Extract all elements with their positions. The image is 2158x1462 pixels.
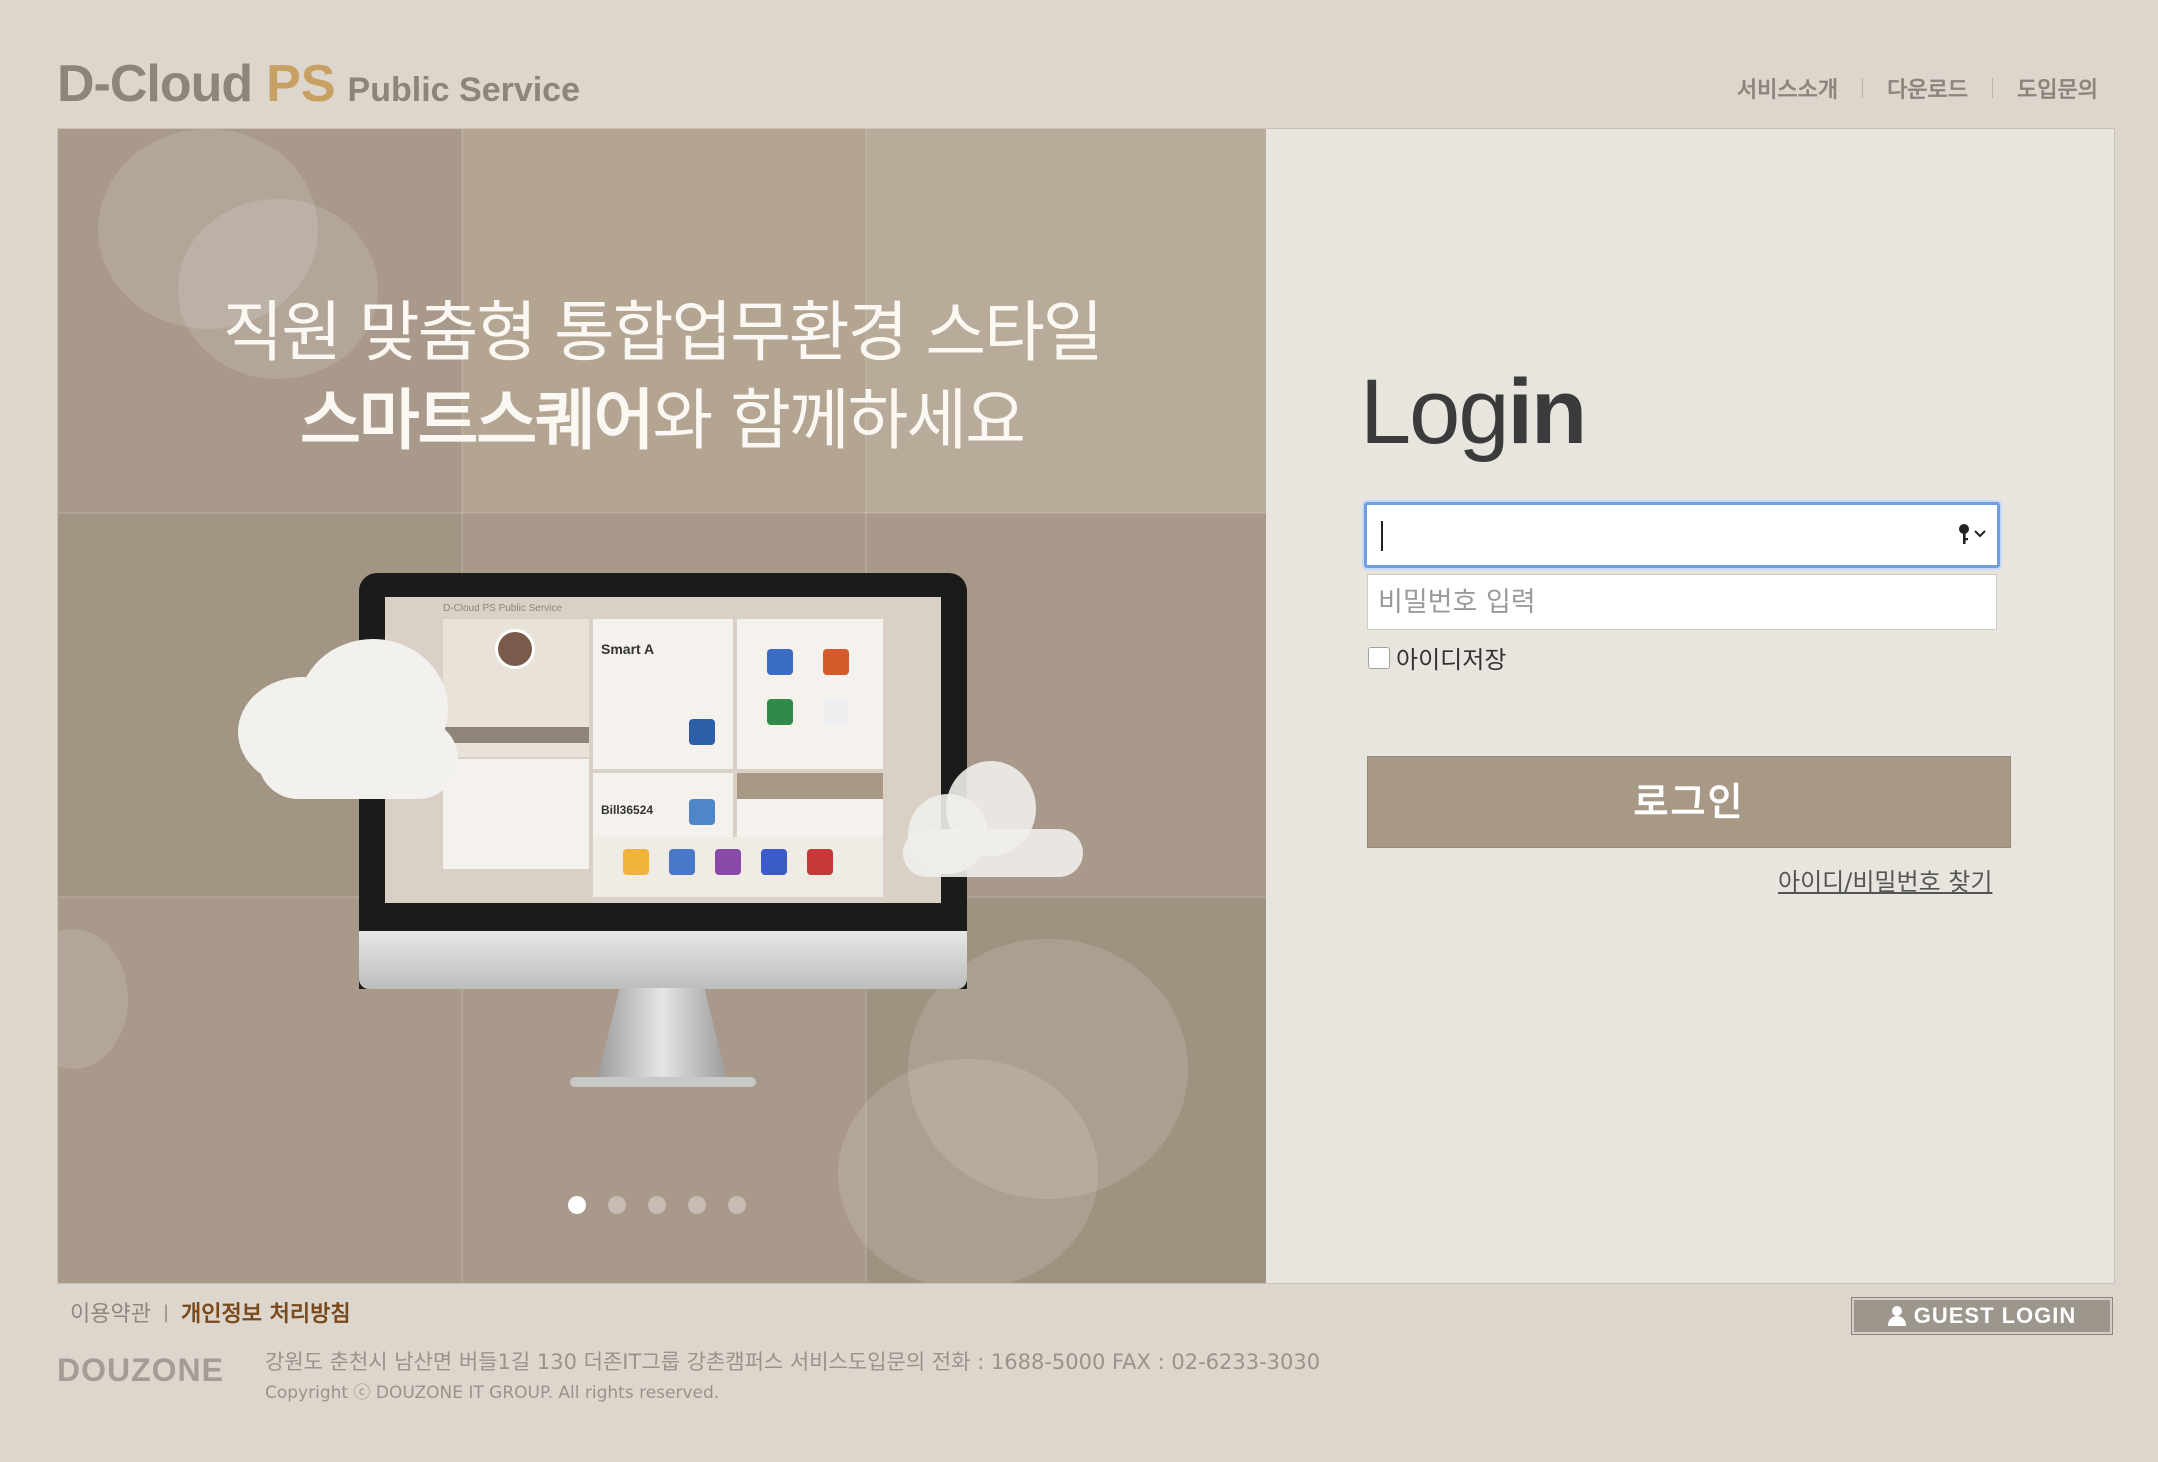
login-title-light: Log: [1360, 361, 1509, 463]
powerpoint-icon: [823, 649, 849, 675]
cloud-illustration: [258, 719, 458, 799]
screen-office-card: [737, 619, 883, 769]
carousel-dots: [568, 1196, 746, 1214]
viewer-icon: [823, 699, 849, 725]
logo[interactable]: D-Cloud PS Public Service: [57, 54, 580, 114]
remember-id-label: 아이디저장: [1396, 646, 1507, 674]
id-input[interactable]: [1367, 505, 1927, 565]
remember-id[interactable]: 아이디저장: [1368, 640, 1506, 675]
logo-subtitle: Public Service: [347, 71, 581, 109]
carousel-dot-4[interactable]: [688, 1196, 706, 1214]
login-button[interactable]: 로그인: [1367, 756, 2011, 848]
id-field[interactable]: [1364, 502, 2000, 568]
headline-line1: 직원 맞춤형 통합업무환경 스타일: [222, 294, 1103, 371]
password-input[interactable]: [1368, 575, 1996, 629]
bill-title: Bill36524: [601, 803, 654, 817]
grid-line: [58, 512, 1266, 514]
small-cloud-illustration: [903, 829, 1083, 877]
excel-icon: [767, 699, 793, 725]
app-icon: [669, 849, 695, 875]
carousel-dot-1[interactable]: [568, 1196, 586, 1214]
smart-a-icon: [689, 719, 715, 745]
bg-cloud: [838, 1059, 1098, 1283]
bg-cloud: [58, 929, 128, 1069]
douzone-logo: DOUZONE: [57, 1352, 224, 1388]
footer-copyright: Copyright ⓒ DOUZONE IT GROUP. All rights…: [265, 1383, 720, 1403]
carousel-dot-5[interactable]: [728, 1196, 746, 1214]
login-panel: [1266, 129, 2114, 1283]
screen-profile-card: [443, 619, 589, 757]
headline-bold: 스마트스퀘어: [300, 382, 654, 459]
password-field[interactable]: [1367, 574, 1997, 630]
monitor-stand: [596, 988, 728, 1084]
remember-id-checkbox[interactable]: [1368, 646, 1390, 669]
app-icon: [623, 849, 649, 875]
top-nav: 서비스소개 다운로드 도입문의: [1737, 72, 2098, 104]
bill-icon: [689, 799, 715, 825]
footer-links: 이용약관 | 개인정보 처리방침: [70, 1296, 351, 1328]
app-icon: [761, 849, 787, 875]
carousel-dot-3[interactable]: [648, 1196, 666, 1214]
profile-bar: [443, 727, 589, 743]
carousel-dot-2[interactable]: [608, 1196, 626, 1214]
monitor-screen: D-Cloud PS Public Service Smart A Bill36…: [385, 597, 941, 903]
key-icon: [1959, 524, 1969, 544]
footer-divider: |: [162, 1301, 170, 1323]
main-frame: 직원 맞춤형 통합업무환경 스타일 스마트스퀘어와 함께하세요 D-Cloud …: [57, 128, 2115, 1284]
autofill-key-button[interactable]: [1957, 523, 1987, 545]
headline-rest: 와 함께하세요: [652, 382, 1026, 459]
guest-login-button[interactable]: GUEST LOGIN: [1851, 1297, 2113, 1335]
word-icon: [767, 649, 793, 675]
app-icon: [807, 849, 833, 875]
text-caret: [1381, 521, 1383, 551]
banner-headline: 직원 맞춤형 통합업무환경 스타일 스마트스퀘어와 함께하세요: [58, 289, 1266, 465]
logo-ps: PS: [266, 55, 336, 113]
profile-avatar: [495, 629, 535, 669]
monitor-chin: [359, 931, 967, 989]
screen-apps-row: [593, 837, 883, 897]
screen-list-card: [443, 759, 589, 869]
find-id-password-link[interactable]: 아이디/비밀번호 찾기: [1778, 862, 1992, 897]
screen-smart-card: Smart A: [593, 619, 733, 769]
nav-divider: [1992, 78, 1994, 98]
privacy-policy-link[interactable]: 개인정보 처리방침: [181, 1296, 351, 1328]
guest-login-label: GUEST LOGIN: [1913, 1303, 2077, 1328]
login-title: Login: [1360, 360, 1588, 465]
headline-line2: 스마트스퀘어와 함께하세요: [58, 377, 1266, 465]
footer-address: 강원도 춘천시 남산면 버들1길 130 더존IT그룹 강촌캠퍼스 서비스도입문…: [265, 1350, 1321, 1374]
smart-title: Smart A: [601, 641, 655, 657]
nav-divider: [1862, 78, 1864, 98]
person-icon: [1887, 1306, 1906, 1326]
terms-link[interactable]: 이용약관: [70, 1296, 151, 1328]
app-icon: [715, 849, 741, 875]
login-title-bold: in: [1507, 361, 1588, 463]
nav-service-intro[interactable]: 서비스소개: [1737, 72, 1838, 104]
nav-inquiry[interactable]: 도입문의: [2017, 72, 2098, 104]
chevron-down-icon: [1974, 530, 1986, 538]
promo-banner: 직원 맞춤형 통합업무환경 스타일 스마트스퀘어와 함께하세요 D-Cloud …: [58, 129, 1266, 1283]
storage-header: [737, 773, 883, 799]
monitor-stand-base: [570, 1077, 756, 1087]
nav-download[interactable]: 다운로드: [1887, 72, 1968, 104]
logo-main: D-Cloud: [57, 55, 253, 113]
screen-logo: D-Cloud PS Public Service: [443, 603, 562, 614]
